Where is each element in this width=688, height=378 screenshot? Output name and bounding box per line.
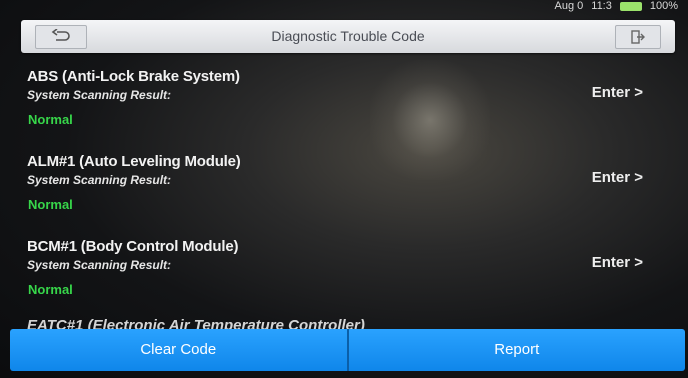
list-item-abs[interactable]: ABS (Anti-Lock Brake System) System Scan…	[25, 68, 665, 148]
battery-level: 100%	[649, 0, 678, 12]
item-subtitle: System Scanning Result:	[27, 258, 172, 272]
exit-button[interactable]	[615, 25, 661, 49]
page-title: Diagnostic Trouble Code	[271, 28, 425, 44]
list-item-bcm[interactable]: BCM#1 (Body Control Module) System Scann…	[25, 238, 665, 318]
status-bar: Aug 0 11:3 100%	[0, 0, 688, 16]
item-title: ALM#1 (Auto Leveling Module)	[27, 153, 241, 170]
header-bar: Diagnostic Trouble Code	[21, 20, 675, 53]
enter-button[interactable]: Enter >	[592, 84, 643, 101]
item-title: ABS (Anti-Lock Brake System)	[27, 68, 240, 85]
clear-code-button[interactable]: Clear Code	[10, 329, 349, 371]
list-item-alm[interactable]: ALM#1 (Auto Leveling Module) System Scan…	[25, 153, 665, 233]
item-subtitle: System Scanning Result:	[27, 173, 172, 187]
report-button[interactable]: Report	[348, 329, 685, 371]
item-status: Normal	[28, 197, 73, 212]
status-time: 11:3	[591, 0, 612, 12]
item-subtitle: System Scanning Result:	[27, 88, 172, 102]
enter-button[interactable]: Enter >	[592, 169, 643, 186]
bottom-action-bar: Clear Code Report	[10, 329, 685, 371]
item-title: BCM#1 (Body Control Module)	[27, 238, 239, 255]
enter-button[interactable]: Enter >	[592, 254, 643, 271]
battery-icon	[619, 1, 642, 11]
exit-icon	[631, 30, 645, 44]
status-right: Aug 0 11:3 100%	[555, 0, 678, 12]
status-date: Aug 0	[554, 0, 584, 12]
item-status: Normal	[28, 282, 73, 297]
item-status: Normal	[28, 112, 73, 127]
